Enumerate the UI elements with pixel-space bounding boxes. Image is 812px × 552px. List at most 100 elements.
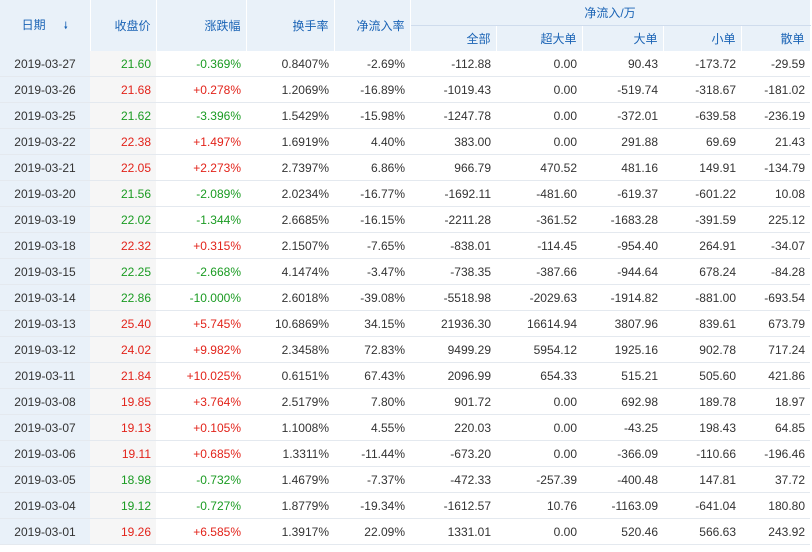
table-row: 2019-03-13 25.40 +5.745% 10.6869% 34.15% 2193… [0,310,810,337]
super-large-cell: 0.00 [496,51,582,77]
small-cell: -639.58 [663,102,741,129]
small-cell: 505.60 [663,362,741,389]
large-header[interactable]: 大单 [582,25,664,51]
super-large-header[interactable]: 超大单 [496,25,583,51]
date-cell: 2019-03-19 [0,206,90,233]
net-inflow-rate-cell: -11.44% [334,440,410,467]
small-cell: -391.59 [663,206,741,233]
small-cell: 678.24 [663,258,741,285]
retail-header[interactable]: 散单 [741,25,811,51]
net-inflow-rate-cell: -19.34% [334,492,410,519]
total-cell: 383.00 [410,128,496,155]
large-cell: -519.74 [582,76,663,103]
table-row: 2019-03-06 19.11 +0.685% 1.3311% -11.44% -673… [0,440,810,467]
close-price-cell: 19.26 [90,518,156,545]
retail-cell: 64.85 [741,414,810,441]
large-cell: 520.46 [582,518,663,545]
large-cell: -944.64 [582,258,663,285]
close-price-cell: 19.13 [90,414,156,441]
close-header[interactable]: 收盘价 [90,0,157,51]
turnover-cell: 0.6151% [246,362,334,389]
net-inflow-rate-header[interactable]: 净流入率 [334,0,411,51]
date-cell: 2019-03-15 [0,258,90,285]
total-cell: -1612.57 [410,492,496,519]
date-cell: 2019-03-26 [0,76,90,103]
retail-cell: -29.59 [741,51,810,77]
change-header[interactable]: 涨跌幅 [156,0,247,51]
table-row: 2019-03-21 22.05 +2.273% 2.7397% 6.86% 966.79… [0,154,810,181]
large-cell: -954.40 [582,232,663,259]
large-cell: -43.25 [582,414,663,441]
table-row: 2019-03-14 22.86 -10.000% 2.6018% -39.08% -55… [0,284,810,311]
change-cell: +2.273% [156,154,246,181]
date-cell: 2019-03-05 [0,466,90,493]
date-cell: 2019-03-06 [0,440,90,467]
large-cell: 481.16 [582,154,663,181]
turnover-cell: 2.6685% [246,206,334,233]
change-cell: +0.105% [156,414,246,441]
large-cell: 3807.96 [582,310,663,337]
total-cell: -472.33 [410,466,496,493]
date-cell: 2019-03-01 [0,518,90,545]
total-cell: -1019.43 [410,76,496,103]
turnover-cell: 1.3917% [246,518,334,545]
super-large-cell: 0.00 [496,440,582,467]
close-price-cell: 22.86 [90,284,156,311]
small-cell: -318.67 [663,76,741,103]
net-inflow-rate-cell: -16.89% [334,76,410,103]
total-header[interactable]: 全部 [410,25,497,51]
change-cell: -10.000% [156,284,246,311]
sort-down-icon[interactable]: 🠗 [64,19,68,36]
total-cell: -738.35 [410,258,496,285]
small-cell: 566.63 [663,518,741,545]
large-cell: -1683.28 [582,206,663,233]
super-large-cell: -2029.63 [496,284,582,311]
super-large-cell: -114.45 [496,232,582,259]
large-cell: -400.48 [582,466,663,493]
retail-cell: -196.46 [741,440,810,467]
close-price-cell: 22.02 [90,206,156,233]
close-price-cell: 19.85 [90,388,156,415]
small-cell: 189.78 [663,388,741,415]
super-large-cell: -481.60 [496,180,582,207]
retail-cell: 243.92 [741,518,810,545]
retail-cell: -34.07 [741,232,810,259]
table-row: 2019-03-19 22.02 -1.344% 2.6685% -16.15% -221… [0,206,810,233]
small-cell: -641.04 [663,492,741,519]
date-cell: 2019-03-18 [0,232,90,259]
super-large-cell: -387.66 [496,258,582,285]
change-cell: -2.089% [156,180,246,207]
close-price-cell: 22.32 [90,232,156,259]
close-price-cell: 25.40 [90,310,156,337]
total-cell: 966.79 [410,154,496,181]
small-header[interactable]: 小单 [663,25,742,51]
date-header[interactable]: 日期 🠗 [0,0,91,51]
table-row: 2019-03-15 22.25 -2.668% 4.1474% -3.47% -738.… [0,258,810,285]
turnover-cell: 1.4679% [246,466,334,493]
total-cell: -112.88 [410,51,496,77]
net-inflow-rate-cell: 67.43% [334,362,410,389]
table-row: 2019-03-22 22.38 +1.497% 1.6919% 4.40% 383.00… [0,128,810,155]
date-cell: 2019-03-04 [0,492,90,519]
turnover-header[interactable]: 换手率 [246,0,335,51]
close-price-cell: 22.05 [90,154,156,181]
change-cell: -0.732% [156,466,246,493]
total-cell: 2096.99 [410,362,496,389]
total-cell: 9499.29 [410,336,496,363]
super-large-cell: 654.33 [496,362,582,389]
super-large-cell: -361.52 [496,206,582,233]
change-cell: +5.745% [156,310,246,337]
turnover-cell: 2.1507% [246,232,334,259]
super-large-cell: 0.00 [496,414,582,441]
turnover-cell: 2.7397% [246,154,334,181]
super-large-cell: 0.00 [496,518,582,545]
large-cell: -372.01 [582,102,663,129]
net-inflow-rate-cell: -2.69% [334,51,410,77]
retail-cell: 21.43 [741,128,810,155]
total-cell: -673.20 [410,440,496,467]
net-inflow-rate-cell: 34.15% [334,310,410,337]
close-price-cell: 19.11 [90,440,156,467]
small-cell: 69.69 [663,128,741,155]
turnover-cell: 10.6869% [246,310,334,337]
large-cell: -366.09 [582,440,663,467]
